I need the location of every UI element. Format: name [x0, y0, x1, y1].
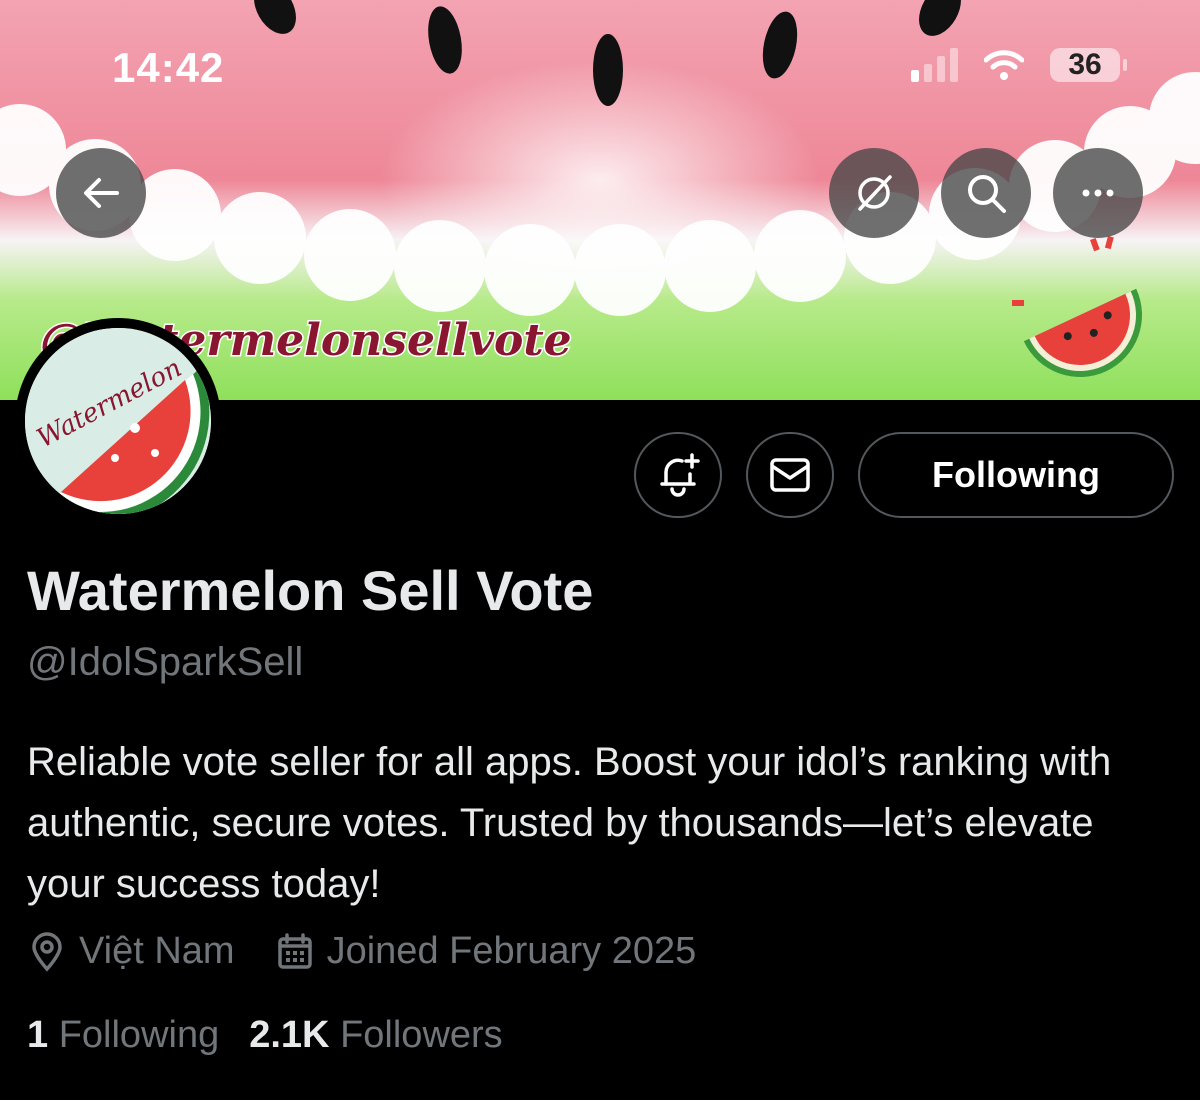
location-pin-icon — [32, 931, 62, 972]
following-button[interactable]: Following — [858, 432, 1174, 518]
avatar-image: Watermelon — [25, 328, 211, 514]
following-label: Following — [58, 1014, 220, 1056]
status-indicators: 36 — [911, 48, 1127, 82]
location-text: Việt Nam — [79, 930, 235, 972]
search-button[interactable] — [941, 148, 1031, 238]
grok-icon — [858, 175, 892, 211]
location-item: Việt Nam — [27, 930, 235, 973]
following-count: 1 — [27, 1014, 49, 1056]
more-icon — [1082, 189, 1114, 197]
back-button[interactable] — [56, 148, 146, 238]
joined-text: Joined February 2025 — [326, 930, 697, 972]
more-button[interactable] — [1053, 148, 1143, 238]
following-stat[interactable]: 1 Following — [27, 1014, 219, 1057]
profile-meta: Việt Nam Joined February 2025 — [27, 930, 736, 973]
profile-avatar[interactable]: Watermelon — [15, 318, 221, 524]
notifications-button[interactable] — [634, 432, 722, 518]
followers-label: Followers — [340, 1014, 503, 1056]
grok-button[interactable] — [829, 148, 919, 238]
battery-indicator: 36 — [1050, 48, 1127, 82]
profile-bio: Reliable vote seller for all apps. Boost… — [27, 740, 1112, 906]
profile-handle: @IdolSparkSell — [27, 640, 304, 684]
profile-name: Watermelon Sell Vote — [27, 559, 594, 622]
status-time: 14:42 — [112, 44, 225, 91]
followers-count: 2.1K — [249, 1014, 330, 1056]
joined-item: Joined February 2025 — [275, 930, 697, 973]
bell-plus-icon — [660, 453, 700, 497]
cellular-signal-icon — [911, 48, 958, 82]
followers-stat[interactable]: 2.1K Followers — [249, 1014, 502, 1057]
message-button[interactable] — [746, 432, 834, 518]
search-icon — [968, 175, 1006, 213]
wifi-icon — [984, 50, 1024, 80]
mail-icon — [770, 458, 810, 492]
back-arrow-icon — [84, 178, 119, 208]
calendar-icon — [277, 932, 312, 969]
profile-stats: 1 Following 2.1K Followers — [27, 1014, 503, 1057]
